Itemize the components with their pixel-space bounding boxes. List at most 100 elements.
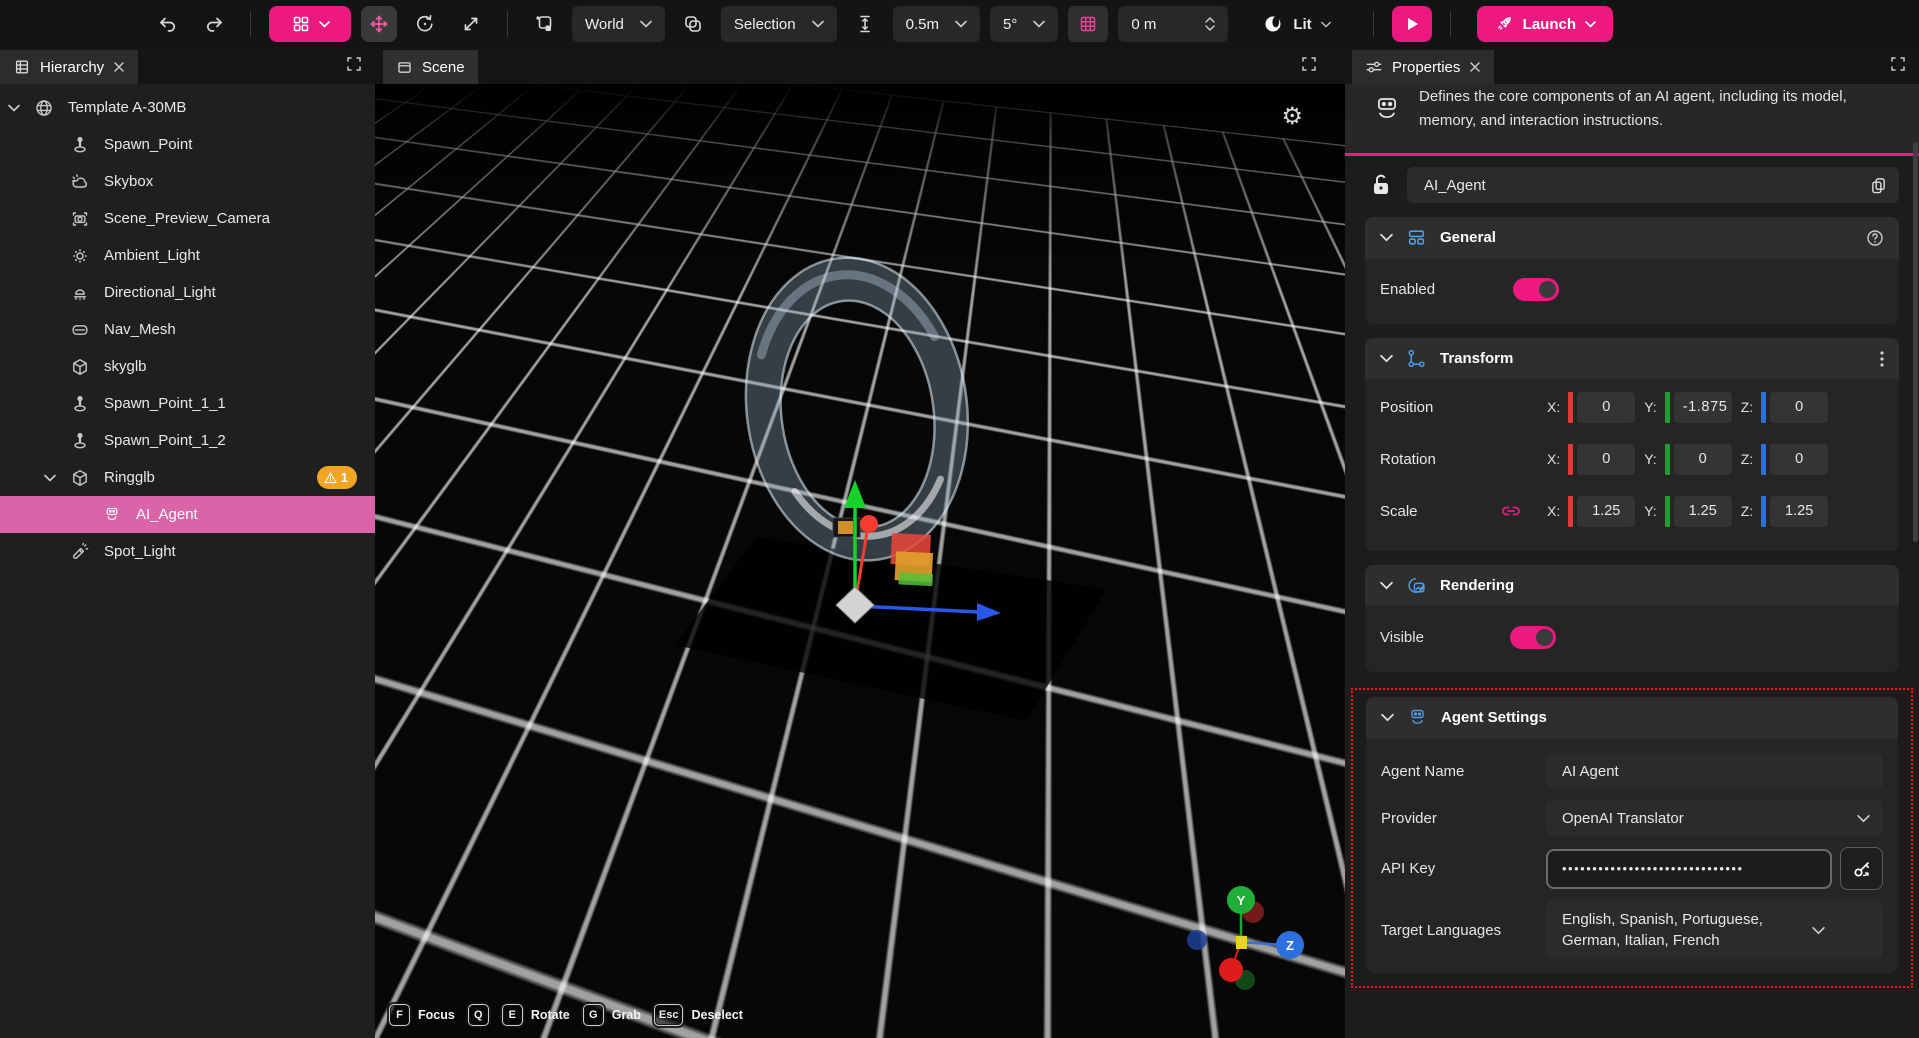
rotation-y-input[interactable]: 0 — [1674, 444, 1732, 475]
chevron-down-icon — [1321, 21, 1331, 28]
hierarchy-item-spawn-point-1-2[interactable]: Spawn_Point_1_2 — [0, 422, 375, 459]
target-languages-label: Target Languages — [1381, 922, 1546, 939]
position-y-input[interactable]: -1.875 — [1674, 392, 1732, 423]
agent-name-input[interactable]: AI Agent — [1546, 753, 1883, 789]
grid-snap-value: 0.5m — [906, 16, 939, 33]
section-general: General Enabled — [1365, 217, 1899, 324]
general-icon — [1406, 227, 1427, 248]
hierarchy-item-label: Ringglb — [104, 469, 155, 486]
scale-tool-button[interactable] — [453, 6, 489, 42]
expand-panel-icon[interactable] — [1890, 56, 1906, 72]
scale-z-input[interactable]: 1.25 — [1770, 496, 1828, 527]
hierarchy-item-skyglb[interactable]: skyglb — [0, 348, 375, 385]
hierarchy-item-label: Directional_Light — [104, 284, 216, 301]
warning-badge[interactable]: 1 — [317, 466, 357, 489]
generate-key-button[interactable] — [1840, 847, 1883, 890]
chevron-down-icon[interactable] — [1205, 25, 1215, 31]
entity-name-field[interactable]: AI_Agent — [1407, 167, 1899, 203]
axis-orientation-gizmo[interactable]: Y Z — [1161, 874, 1321, 1014]
hierarchy-item-nav-mesh[interactable]: Nav_Mesh — [0, 311, 375, 348]
tab-properties[interactable]: Properties — [1352, 50, 1494, 84]
hierarchy-item-spawn-point-1-1[interactable]: Spawn_Point_1_1 — [0, 385, 375, 422]
expand-panel-icon[interactable] — [346, 56, 362, 72]
axis-x-label: X: — [1547, 503, 1560, 519]
axis-x-label: X: — [1547, 399, 1560, 415]
scene-tab-label: Scene — [422, 59, 465, 76]
kebab-menu-icon[interactable] — [1880, 351, 1884, 367]
provider-select[interactable]: OpenAI Translator — [1546, 800, 1883, 836]
hierarchy-item-scene-preview-camera[interactable]: Scene_Preview_Camera — [0, 200, 375, 237]
close-icon[interactable] — [1469, 61, 1481, 73]
hierarchy-item-spawn-point[interactable]: Spawn_Point — [0, 126, 375, 163]
grid-snap-select[interactable]: 0.5m — [893, 6, 980, 42]
height-snap-stepper[interactable]: 0 m — [1118, 6, 1228, 42]
close-icon[interactable] — [113, 61, 125, 73]
scale-row: Scale X:1.25 Y:1.25 Z:1.25 — [1380, 485, 1884, 537]
hierarchy-item-spot-light[interactable]: Spot_Light — [0, 533, 375, 570]
viewport-settings-gear-icon[interactable]: ⚙ — [1281, 102, 1303, 131]
link-icon[interactable] — [1500, 501, 1522, 521]
rotate-tool-button[interactable] — [407, 6, 443, 42]
robot-icon — [102, 505, 122, 525]
visible-toggle[interactable] — [1510, 626, 1556, 649]
axis-z-label: Z — [1286, 938, 1294, 953]
vertical-snap-icon — [855, 13, 875, 35]
select-tool-button[interactable] — [269, 6, 351, 42]
move-tool-button[interactable] — [361, 6, 397, 42]
shortcut-focus: FFocus — [389, 1004, 455, 1026]
hierarchy-item-ringglb[interactable]: Ringglb 1 — [0, 459, 375, 496]
tab-hierarchy[interactable]: Hierarchy — [0, 50, 138, 84]
enabled-toggle[interactable] — [1513, 278, 1559, 301]
angle-snap-select[interactable]: 5° — [990, 6, 1058, 42]
hierarchy-item-ai-agent[interactable]: AI_Agent — [0, 496, 375, 533]
target-languages-value: English, Spanish, Portuguese, German, It… — [1562, 909, 1812, 951]
section-agent-settings-title: Agent Settings — [1441, 709, 1547, 726]
copy-icon[interactable] — [1870, 176, 1887, 195]
section-rendering: Rendering Visible — [1365, 565, 1899, 672]
axis-y-label: Y: — [1644, 451, 1656, 467]
scene-tabbar: Scene — [375, 48, 1345, 84]
launch-button[interactable]: Launch — [1477, 6, 1613, 42]
section-transform: Transform Position X:0 Y:-1.875 Z:0 Rota… — [1365, 338, 1899, 551]
scale-y-input[interactable]: 1.25 — [1674, 496, 1732, 527]
hierarchy-item-label: Spawn_Point_1_1 — [104, 395, 226, 412]
target-languages-row: Target Languages English, Spanish, Portu… — [1381, 901, 1883, 959]
overlap-toggle-button[interactable] — [675, 6, 711, 42]
vertical-snap-button[interactable] — [847, 6, 883, 42]
hierarchy-item-ambient-light[interactable]: Ambient_Light — [0, 237, 375, 274]
target-languages-select[interactable]: English, Spanish, Portuguese, German, It… — [1546, 901, 1883, 959]
rotation-z-input[interactable]: 0 — [1770, 444, 1828, 475]
unlock-icon[interactable] — [1369, 172, 1393, 198]
chevron-down-icon[interactable] — [44, 474, 56, 482]
scale-x-input[interactable]: 1.25 — [1577, 496, 1635, 527]
help-icon[interactable] — [1866, 229, 1884, 247]
chevron-down-icon[interactable] — [8, 104, 20, 112]
spawn-point-icon — [70, 394, 90, 414]
axis-y-label: Y: — [1644, 399, 1656, 415]
keycap: F — [389, 1004, 410, 1026]
selection-mode-select[interactable]: Selection — [721, 6, 837, 42]
section-general-header[interactable]: General — [1365, 217, 1899, 258]
expand-viewport-icon[interactable] — [1301, 56, 1317, 72]
section-rendering-header[interactable]: Rendering — [1365, 565, 1899, 606]
redo-button[interactable] — [196, 6, 232, 42]
position-z-input[interactable]: 0 — [1770, 392, 1828, 423]
shading-mode-select[interactable]: Lit — [1256, 13, 1336, 35]
rotation-x-input[interactable]: 0 — [1577, 444, 1635, 475]
pivot-toggle-button[interactable] — [526, 6, 562, 42]
position-x-input[interactable]: 0 — [1577, 392, 1635, 423]
undo-button[interactable] — [150, 6, 186, 42]
world-space-select[interactable]: World — [572, 6, 665, 42]
tab-scene[interactable]: Scene — [383, 50, 478, 84]
api-key-input[interactable]: •••••••••••••••••••••••••••••• — [1546, 849, 1832, 889]
scene-viewport[interactable]: ⚙ Y Z FFocusQERotateGGrabEscDeselect — [375, 84, 1345, 1038]
chevron-up-icon[interactable] — [1205, 17, 1215, 23]
hierarchy-item-template-a-30mb[interactable]: Template A-30MB — [0, 89, 375, 126]
play-button[interactable] — [1392, 6, 1432, 42]
hierarchy-item-skybox[interactable]: Skybox — [0, 163, 375, 200]
section-transform-header[interactable]: Transform — [1365, 338, 1899, 379]
hierarchy-item-directional-light[interactable]: Directional_Light — [0, 274, 375, 311]
section-agent-settings-header[interactable]: Agent Settings — [1366, 697, 1898, 738]
properties-scrollbar[interactable] — [1913, 106, 1918, 1036]
grid-toggle-button[interactable] — [1068, 6, 1108, 42]
